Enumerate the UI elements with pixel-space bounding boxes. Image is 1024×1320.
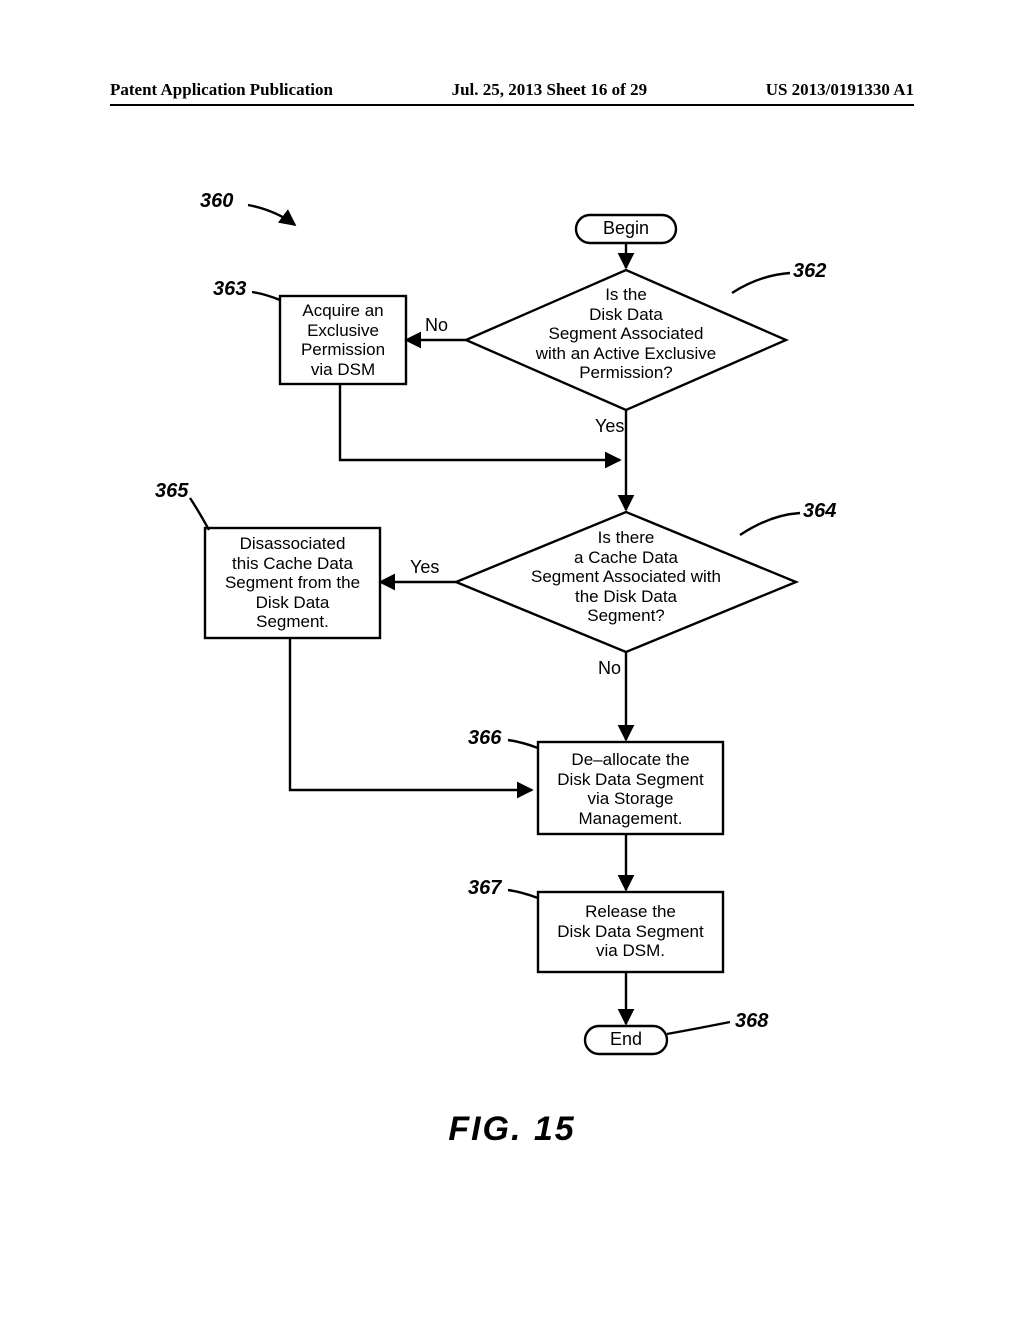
ref-368: 368 — [735, 1010, 768, 1033]
process-367: Release the Disk Data Segment via DSM. — [538, 902, 723, 961]
page: Patent Application Publication Jul. 25, … — [0, 0, 1024, 1320]
ref-366: 366 — [468, 727, 501, 750]
ref-360: 360 — [200, 190, 233, 213]
decision-362: Is the Disk Data Segment Associated with… — [480, 285, 772, 383]
branch-364-no: No — [598, 658, 621, 679]
process-366: De–allocate the Disk Data Segment via St… — [538, 750, 723, 828]
branch-364-yes: Yes — [410, 557, 439, 578]
ref-362: 362 — [793, 260, 826, 283]
decision-364: Is there a Cache Data Segment Associated… — [470, 528, 782, 626]
figure-caption: FIG. 15 — [0, 1110, 1024, 1149]
ref-363: 363 — [213, 278, 246, 301]
begin-terminator: Begin — [576, 218, 676, 239]
end-terminator: End — [585, 1029, 667, 1050]
process-365: Disassociated this Cache Data Segment fr… — [205, 534, 380, 632]
process-363: Acquire an Exclusive Permission via DSM — [280, 301, 406, 379]
ref-367: 367 — [468, 877, 501, 900]
branch-362-no: No — [425, 315, 448, 336]
ref-365: 365 — [155, 480, 188, 503]
ref-364: 364 — [803, 500, 836, 523]
branch-362-yes: Yes — [595, 416, 624, 437]
